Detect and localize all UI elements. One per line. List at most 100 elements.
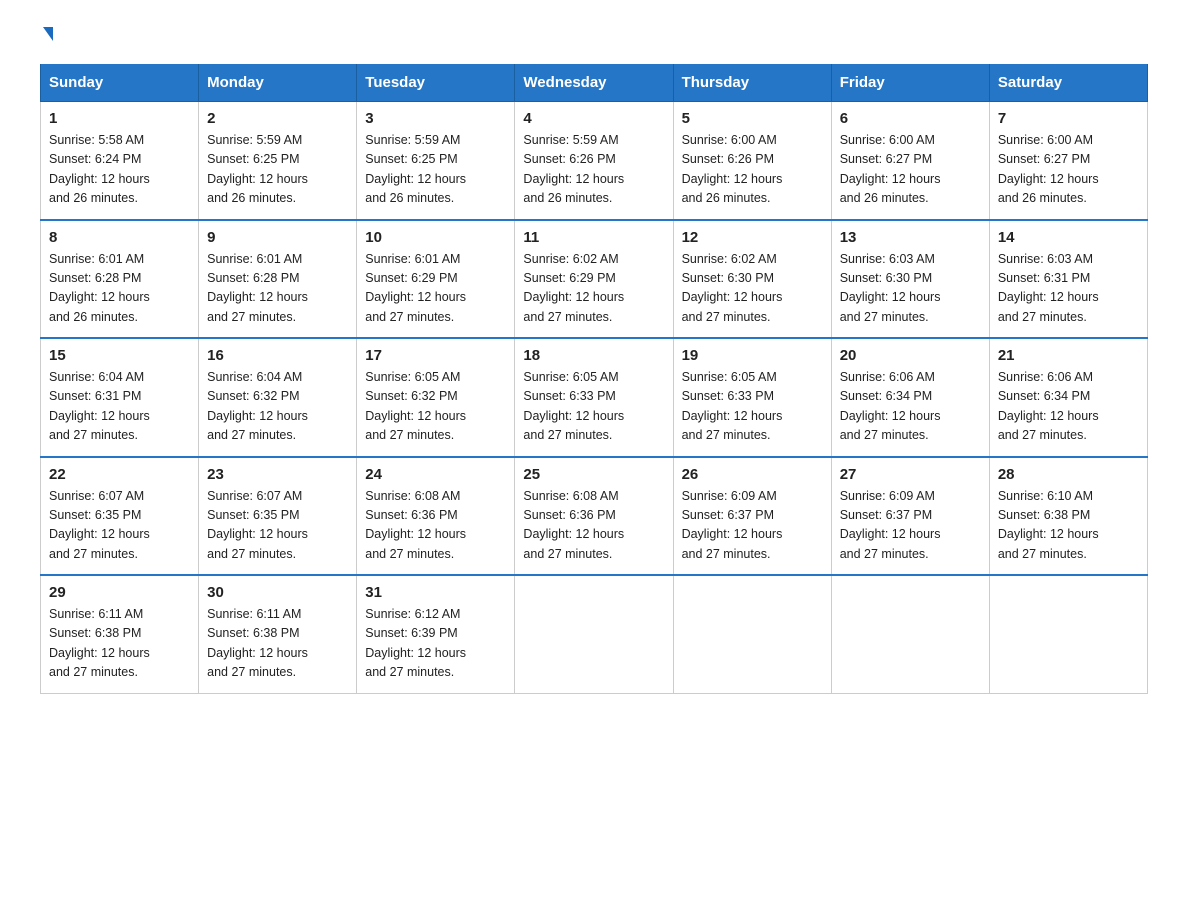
day-info: Sunrise: 6:00 AMSunset: 6:27 PMDaylight:… (998, 131, 1139, 209)
day-number: 12 (682, 229, 823, 246)
calendar-day-cell: 11 Sunrise: 6:02 AMSunset: 6:29 PMDayligh… (515, 220, 673, 339)
calendar-day-cell: 31 Sunrise: 6:12 AMSunset: 6:39 PMDayligh… (357, 575, 515, 693)
calendar-day-cell (989, 575, 1147, 693)
calendar-day-cell: 21 Sunrise: 6:06 AMSunset: 6:34 PMDayligh… (989, 338, 1147, 457)
calendar-day-cell: 5 Sunrise: 6:00 AMSunset: 6:26 PMDaylight… (673, 102, 831, 220)
calendar-day-cell (515, 575, 673, 693)
calendar-table: SundayMondayTuesdayWednesdayThursdayFrid… (40, 64, 1148, 694)
day-info: Sunrise: 6:07 AMSunset: 6:35 PMDaylight:… (207, 487, 348, 565)
calendar-day-cell: 27 Sunrise: 6:09 AMSunset: 6:37 PMDayligh… (831, 457, 989, 576)
logo (40, 30, 53, 44)
day-number: 7 (998, 110, 1139, 127)
calendar-header-thursday: Thursday (673, 64, 831, 102)
day-info: Sunrise: 6:01 AMSunset: 6:29 PMDaylight:… (365, 250, 506, 328)
page-header (40, 30, 1148, 44)
day-number: 1 (49, 110, 190, 127)
calendar-day-cell: 13 Sunrise: 6:03 AMSunset: 6:30 PMDayligh… (831, 220, 989, 339)
day-number: 16 (207, 347, 348, 364)
day-number: 20 (840, 347, 981, 364)
day-number: 18 (523, 347, 664, 364)
day-info: Sunrise: 6:05 AMSunset: 6:33 PMDaylight:… (682, 368, 823, 446)
day-info: Sunrise: 6:12 AMSunset: 6:39 PMDaylight:… (365, 605, 506, 683)
calendar-header-tuesday: Tuesday (357, 64, 515, 102)
day-number: 28 (998, 466, 1139, 483)
calendar-week-row: 29Sunrise: 6:11 AMSunset: 6:38 PMDayligh… (41, 575, 1148, 693)
day-info: Sunrise: 6:11 AMSunset: 6:38 PMDaylight:… (49, 605, 190, 683)
day-info: Sunrise: 5:59 AMSunset: 6:25 PMDaylight:… (365, 131, 506, 209)
calendar-day-cell: 8 Sunrise: 6:01 AMSunset: 6:28 PMDaylight… (41, 220, 199, 339)
calendar-day-cell: 18 Sunrise: 6:05 AMSunset: 6:33 PMDayligh… (515, 338, 673, 457)
calendar-day-cell: 17 Sunrise: 6:05 AMSunset: 6:32 PMDayligh… (357, 338, 515, 457)
day-info: Sunrise: 6:08 AMSunset: 6:36 PMDaylight:… (523, 487, 664, 565)
calendar-day-cell: 28Sunrise: 6:10 AMSunset: 6:38 PMDayligh… (989, 457, 1147, 576)
calendar-week-row: 1 Sunrise: 5:58 AMSunset: 6:24 PMDaylight… (41, 102, 1148, 220)
calendar-day-cell: 30 Sunrise: 6:11 AMSunset: 6:38 PMDayligh… (199, 575, 357, 693)
calendar-day-cell: 26 Sunrise: 6:09 AMSunset: 6:37 PMDayligh… (673, 457, 831, 576)
calendar-week-row: 15Sunrise: 6:04 AMSunset: 6:31 PMDayligh… (41, 338, 1148, 457)
day-info: Sunrise: 6:06 AMSunset: 6:34 PMDaylight:… (998, 368, 1139, 446)
calendar-day-cell: 4 Sunrise: 5:59 AMSunset: 6:26 PMDaylight… (515, 102, 673, 220)
calendar-day-cell (673, 575, 831, 693)
day-info: Sunrise: 6:01 AMSunset: 6:28 PMDaylight:… (49, 250, 190, 328)
day-info: Sunrise: 5:58 AMSunset: 6:24 PMDaylight:… (49, 131, 190, 209)
calendar-day-cell: 23 Sunrise: 6:07 AMSunset: 6:35 PMDayligh… (199, 457, 357, 576)
day-info: Sunrise: 6:06 AMSunset: 6:34 PMDaylight:… (840, 368, 981, 446)
calendar-day-cell: 7 Sunrise: 6:00 AMSunset: 6:27 PMDaylight… (989, 102, 1147, 220)
day-number: 17 (365, 347, 506, 364)
day-info: Sunrise: 6:07 AMSunset: 6:35 PMDaylight:… (49, 487, 190, 565)
logo-triangle-icon (43, 27, 53, 41)
calendar-day-cell: 22Sunrise: 6:07 AMSunset: 6:35 PMDayligh… (41, 457, 199, 576)
day-number: 9 (207, 229, 348, 246)
day-number: 5 (682, 110, 823, 127)
calendar-day-cell (831, 575, 989, 693)
day-info: Sunrise: 6:03 AMSunset: 6:31 PMDaylight:… (998, 250, 1139, 328)
calendar-header-wednesday: Wednesday (515, 64, 673, 102)
day-info: Sunrise: 6:03 AMSunset: 6:30 PMDaylight:… (840, 250, 981, 328)
day-info: Sunrise: 6:02 AMSunset: 6:30 PMDaylight:… (682, 250, 823, 328)
day-info: Sunrise: 6:11 AMSunset: 6:38 PMDaylight:… (207, 605, 348, 683)
calendar-week-row: 22Sunrise: 6:07 AMSunset: 6:35 PMDayligh… (41, 457, 1148, 576)
calendar-day-cell: 24Sunrise: 6:08 AMSunset: 6:36 PMDayligh… (357, 457, 515, 576)
day-number: 4 (523, 110, 664, 127)
calendar-day-cell: 16 Sunrise: 6:04 AMSunset: 6:32 PMDayligh… (199, 338, 357, 457)
calendar-day-cell: 1 Sunrise: 5:58 AMSunset: 6:24 PMDaylight… (41, 102, 199, 220)
calendar-header-saturday: Saturday (989, 64, 1147, 102)
day-number: 27 (840, 466, 981, 483)
day-info: Sunrise: 6:05 AMSunset: 6:33 PMDaylight:… (523, 368, 664, 446)
day-number: 2 (207, 110, 348, 127)
day-info: Sunrise: 6:00 AMSunset: 6:26 PMDaylight:… (682, 131, 823, 209)
calendar-day-cell: 12 Sunrise: 6:02 AMSunset: 6:30 PMDayligh… (673, 220, 831, 339)
day-number: 24 (365, 466, 506, 483)
day-info: Sunrise: 6:09 AMSunset: 6:37 PMDaylight:… (840, 487, 981, 565)
calendar-header-monday: Monday (199, 64, 357, 102)
day-number: 31 (365, 584, 506, 601)
calendar-day-cell: 15Sunrise: 6:04 AMSunset: 6:31 PMDayligh… (41, 338, 199, 457)
day-number: 6 (840, 110, 981, 127)
day-number: 30 (207, 584, 348, 601)
calendar-day-cell: 29Sunrise: 6:11 AMSunset: 6:38 PMDayligh… (41, 575, 199, 693)
calendar-day-cell: 2Sunrise: 5:59 AMSunset: 6:25 PMDaylight… (199, 102, 357, 220)
day-number: 3 (365, 110, 506, 127)
day-number: 23 (207, 466, 348, 483)
day-info: Sunrise: 6:04 AMSunset: 6:32 PMDaylight:… (207, 368, 348, 446)
day-number: 21 (998, 347, 1139, 364)
calendar-day-cell: 9 Sunrise: 6:01 AMSunset: 6:28 PMDaylight… (199, 220, 357, 339)
day-info: Sunrise: 6:01 AMSunset: 6:28 PMDaylight:… (207, 250, 348, 328)
day-number: 26 (682, 466, 823, 483)
day-info: Sunrise: 6:09 AMSunset: 6:37 PMDaylight:… (682, 487, 823, 565)
day-number: 11 (523, 229, 664, 246)
calendar-day-cell: 3 Sunrise: 5:59 AMSunset: 6:25 PMDaylight… (357, 102, 515, 220)
day-info: Sunrise: 6:02 AMSunset: 6:29 PMDaylight:… (523, 250, 664, 328)
calendar-week-row: 8 Sunrise: 6:01 AMSunset: 6:28 PMDaylight… (41, 220, 1148, 339)
day-number: 13 (840, 229, 981, 246)
calendar-header-friday: Friday (831, 64, 989, 102)
calendar-day-cell: 19Sunrise: 6:05 AMSunset: 6:33 PMDayligh… (673, 338, 831, 457)
day-number: 8 (49, 229, 190, 246)
day-number: 25 (523, 466, 664, 483)
day-number: 14 (998, 229, 1139, 246)
day-info: Sunrise: 6:05 AMSunset: 6:32 PMDaylight:… (365, 368, 506, 446)
calendar-header-row: SundayMondayTuesdayWednesdayThursdayFrid… (41, 64, 1148, 102)
calendar-day-cell: 25 Sunrise: 6:08 AMSunset: 6:36 PMDayligh… (515, 457, 673, 576)
calendar-header-sunday: Sunday (41, 64, 199, 102)
day-info: Sunrise: 5:59 AMSunset: 6:26 PMDaylight:… (523, 131, 664, 209)
